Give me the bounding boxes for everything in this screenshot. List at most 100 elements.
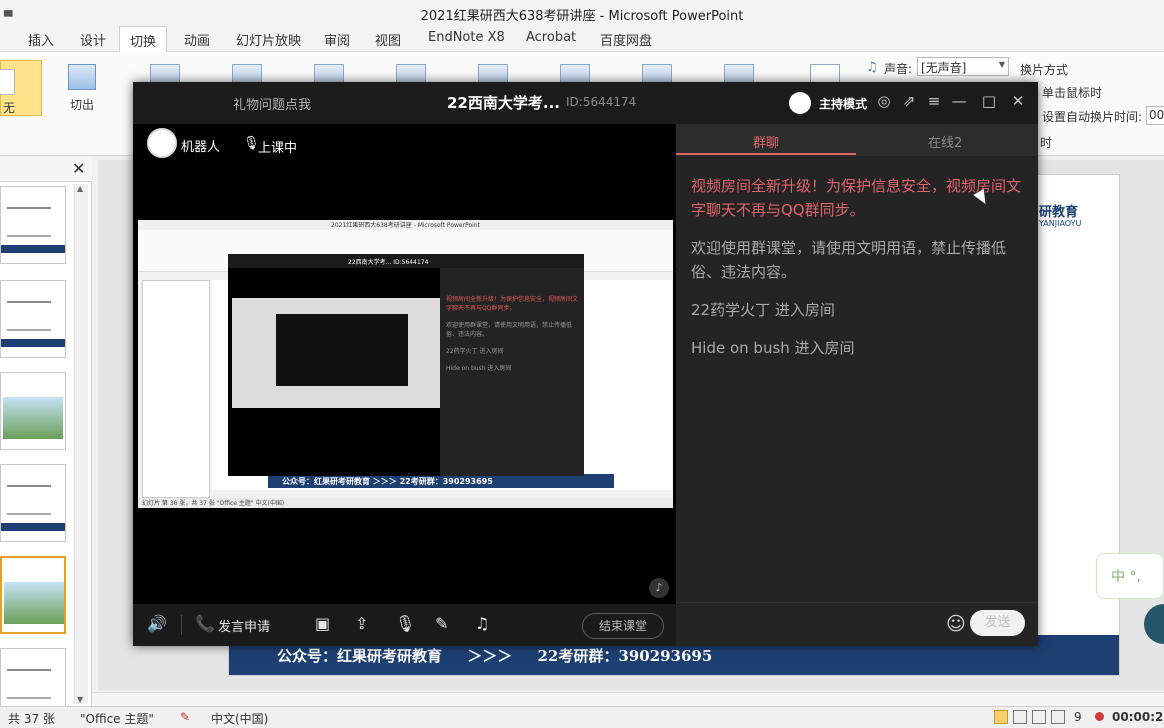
auto-advance-label[interactable]: 设置自动换片时间: xyxy=(1042,108,1142,125)
menu-icon[interactable]: ≡ xyxy=(924,91,944,111)
slides-panel-scrollbar[interactable]: ▲ ▼ xyxy=(74,184,88,704)
tab-baidu-netdisk[interactable]: 百度网盘 xyxy=(600,30,652,49)
normal-view-icon[interactable] xyxy=(994,710,1008,724)
maximize-icon[interactable]: □ xyxy=(979,91,999,111)
slide-icon xyxy=(0,69,15,95)
transition-more-icon[interactable] xyxy=(810,64,840,84)
banner-arrows: ＞＞＞ xyxy=(467,647,513,665)
screen-share-icon[interactable]: ⇪ xyxy=(355,614,368,633)
gear-icon[interactable]: ◎ xyxy=(874,91,894,111)
end-class-button[interactable]: 结束课堂 xyxy=(582,613,664,639)
classroom-window: 礼物问题点我 22西南大学考... ID:5644174 主持模式 ◎ ⇗ ≡ … xyxy=(133,82,1038,646)
speaker-icon: ♫ xyxy=(866,60,878,75)
chat-input[interactable] xyxy=(688,611,938,637)
tab-endnote[interactable]: EndNote X8 xyxy=(428,30,505,45)
zoom-level[interactable]: 9 xyxy=(1074,710,1082,724)
transition-random-bars-icon[interactable] xyxy=(560,64,590,84)
speak-request-button[interactable]: 发言申请 xyxy=(218,616,270,635)
horizontal-scrollbar[interactable] xyxy=(92,692,1164,706)
sound-select[interactable]: [无声音] ▼ xyxy=(917,57,1009,76)
slide-thumbnail[interactable] xyxy=(0,186,66,264)
close-icon[interactable]: ✕ xyxy=(72,159,85,178)
transition-reveal-icon[interactable] xyxy=(478,64,508,84)
spellcheck-icon[interactable]: ✎ xyxy=(180,710,190,724)
slide-thumbnail[interactable] xyxy=(0,372,66,450)
slideshow-view-icon[interactable] xyxy=(1051,710,1065,724)
gift-link[interactable]: 礼物问题点我 xyxy=(233,94,311,113)
scroll-down-icon[interactable]: ▼ xyxy=(77,695,83,704)
slide-thumbnail-active[interactable] xyxy=(0,556,66,634)
switch-mode-label: 换片方式 xyxy=(1020,63,1069,77)
slide-logo-text: 研教育 xyxy=(1039,205,1079,220)
chat-message: Hide on bush 进入房间 xyxy=(691,339,855,357)
scroll-up-icon[interactable]: ▲ xyxy=(77,184,83,193)
shared-chat-msg: 欢迎使用群课堂，请使用文明用语，禁止传播低俗、违法内容。 xyxy=(446,322,573,338)
slide-thumbnail-content xyxy=(7,485,51,515)
speaker-icon[interactable]: 🔊 xyxy=(147,614,167,633)
send-button[interactable]: 发送 xyxy=(970,610,1025,636)
cut-transition-icon[interactable] xyxy=(68,64,96,90)
tab-slideshow[interactable]: 幻灯片放映 xyxy=(236,30,301,49)
tab-design[interactable]: 设计 xyxy=(80,30,106,49)
transition-shape-icon[interactable] xyxy=(642,64,672,84)
chevron-down-icon: ▼ xyxy=(998,60,1005,69)
tab-view[interactable]: 视图 xyxy=(375,30,401,49)
slide-thumbnail-band xyxy=(1,245,65,253)
transition-wipe-icon[interactable] xyxy=(314,64,344,84)
transition-fade-icon[interactable] xyxy=(150,64,180,84)
tab-insert[interactable]: 插入 xyxy=(28,30,54,49)
slides-panel-header: ✕ xyxy=(0,156,92,182)
slide-thumbnail-content xyxy=(7,207,51,237)
transition-push-icon[interactable] xyxy=(232,64,262,84)
slide-sorter-icon[interactable] xyxy=(1013,710,1027,724)
chat-tabs: 群聊 在线2 xyxy=(676,124,1038,156)
ppt-titlebar: ▄ 2021红果研西大638考研讲座 - Microsoft PowerPoin… xyxy=(0,0,1164,26)
transition-none-button[interactable]: 无 xyxy=(0,60,42,116)
tab-animations[interactable]: 动画 xyxy=(184,30,210,49)
language[interactable]: 中文(中国) xyxy=(211,710,268,727)
chat-message: 欢迎使用群课堂，请使用文明用语，禁止传播低俗、违法内容。 xyxy=(691,239,1007,281)
status-bar: 共 37 张 "Office 主题" ✎ 中文(中国) 9 00:00:23 xyxy=(0,706,1164,728)
robot-name: 机器人 xyxy=(181,140,221,155)
slide-thumbnail[interactable] xyxy=(0,464,66,542)
transition-split-icon[interactable] xyxy=(396,64,426,84)
slide-thumbnail[interactable] xyxy=(0,280,66,358)
close-icon[interactable]: ✕ xyxy=(1008,91,1028,111)
chat-message-system: 视频房间全新升级！为保护信息安全，视频房间文字聊天不再与QQ群同步。 xyxy=(691,177,1022,219)
music-icon[interactable]: ♫ xyxy=(475,614,489,633)
shared-chat-msg: Hide on bush 进入房间 xyxy=(446,365,512,372)
host-mode-label[interactable]: 主持模式 xyxy=(819,95,867,112)
shared-screen-classroom: 22西南大学考... ID:5644174 视频房间全新升级！为保护信息安全，视… xyxy=(228,254,584,476)
room-id: ID:5644174 xyxy=(566,95,637,109)
tab-acrobat[interactable]: Acrobat xyxy=(526,30,576,45)
tab-transitions[interactable]: 切换 xyxy=(119,26,168,53)
classroom-titlebar[interactable]: 礼物问题点我 22西南大学考... ID:5644174 主持模式 ◎ ⇗ ≡ … xyxy=(133,82,1038,124)
active-tab-indicator xyxy=(676,153,856,155)
class-status: 上课中 xyxy=(258,141,298,156)
input-method-bubble[interactable]: 中 °, xyxy=(1096,553,1164,599)
minimize-icon[interactable]: — xyxy=(949,91,969,111)
camera-off-icon[interactable]: ▣ xyxy=(315,614,330,633)
window-title: 2021红果研西大638考研讲座 - Microsoft PowerPoint xyxy=(420,9,744,24)
tab-review[interactable]: 审阅 xyxy=(324,30,350,49)
shared-chat-msg: 视频房间全新升级！为保护信息安全，视频房间文字聊天不再与QQ群同步。 xyxy=(446,296,579,312)
popout-icon[interactable]: ⇗ xyxy=(899,91,919,111)
mic-muted-icon: ♪ xyxy=(649,578,669,598)
shared-screen-chat: 视频房间全新升级！为保护信息安全，视频房间文字聊天不再与QQ群同步。 欢迎使用群… xyxy=(440,268,584,476)
shared-screen-slide-panel xyxy=(142,280,210,498)
transition-uncover-icon[interactable] xyxy=(724,64,754,84)
shared-screen: 2021红果研西大638考研讲座 - Microsoft PowerPoint … xyxy=(138,220,673,508)
emoji-icon[interactable]: ☺ xyxy=(946,613,966,635)
auto-advance-time-input[interactable]: 00 xyxy=(1146,106,1164,125)
shared-screen-banner: 公众号：红果研考研教育 ＞＞＞ 22考研群：390293695 xyxy=(268,474,614,488)
edit-icon[interactable]: ✎ xyxy=(435,614,448,633)
recording-icon xyxy=(1095,712,1104,721)
reading-view-icon[interactable] xyxy=(1032,710,1046,724)
slide-thumbnail-image xyxy=(3,397,63,439)
on-click-checkbox-label[interactable]: 单击鼠标时 xyxy=(1042,84,1102,101)
tab-online[interactable]: 在线2 xyxy=(928,132,962,151)
phone-icon[interactable]: 📞 xyxy=(195,614,215,633)
tab-group-chat[interactable]: 群聊 xyxy=(753,132,779,151)
microphone-icon[interactable]: 🎙 xyxy=(395,614,415,633)
shared-chat-msg: 22药学火丁 进入房间 xyxy=(446,348,504,355)
